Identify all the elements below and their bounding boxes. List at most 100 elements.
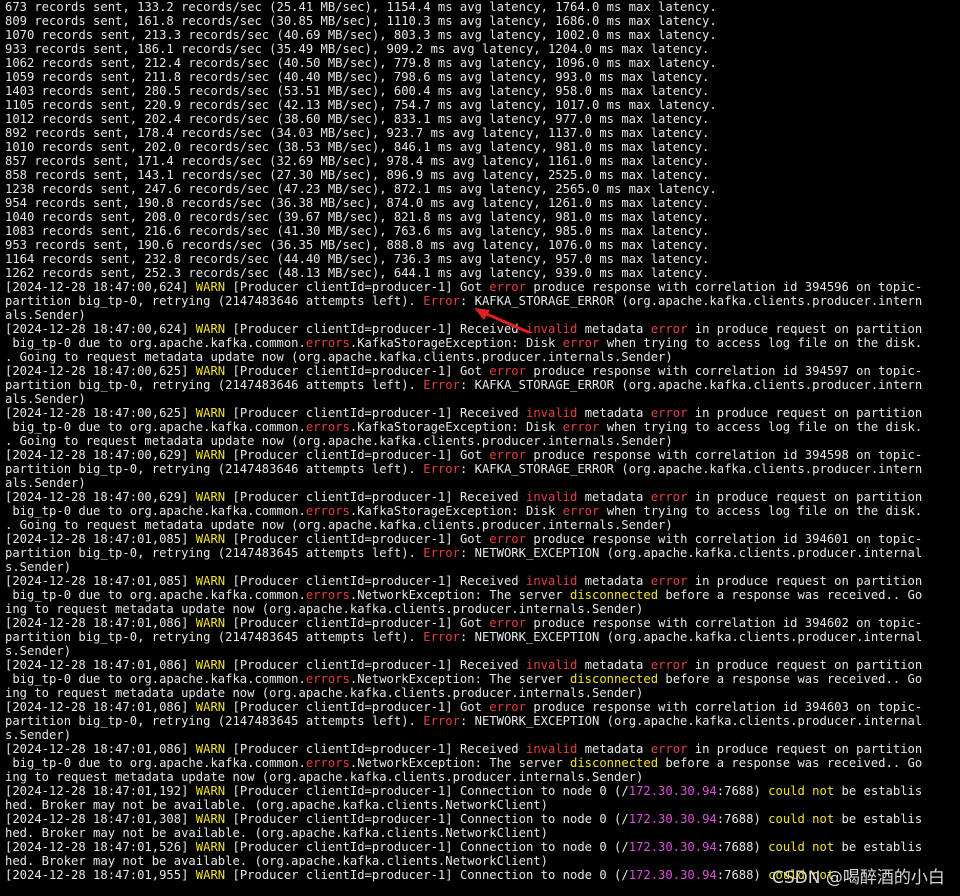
line-text: 933 records sent, 186.1 records/sec (35.… — [5, 42, 710, 56]
line-text: [Producer clientId=producer-1] Connectio… — [225, 784, 629, 798]
line-text: :7688) — [716, 784, 769, 798]
line-text: when trying to access log file on the di… — [599, 420, 923, 434]
line-text: als.Sender) — [5, 476, 86, 490]
line-text: big_tp-0 due to org.apache.kafka.common. — [5, 756, 306, 770]
highlighted-text: error — [562, 420, 600, 434]
line-text: [2024-12-28 18:47:00,629] — [5, 490, 196, 504]
line-text: . Going to request metadata update now (… — [5, 518, 673, 532]
highlighted-text: Error — [423, 630, 460, 644]
terminal-line: big_tp-0 due to org.apache.kafka.common.… — [5, 504, 922, 518]
terminal-line: 933 records sent, 186.1 records/sec (35.… — [5, 42, 709, 56]
line-text: before a response was received.. Go — [658, 756, 923, 770]
terminal-line: [2024-12-28 18:47:00,625] WARN [Producer… — [5, 364, 922, 378]
highlighted-text: WARN — [195, 322, 226, 336]
line-text: [Producer clientId=producer-1] Got — [225, 364, 490, 378]
line-text: partition big_tp-0, retrying (2147483645… — [5, 546, 424, 560]
highlighted-text: WARN — [195, 784, 226, 798]
highlighted-text: WARN — [195, 616, 226, 630]
line-text: metadata — [577, 574, 651, 588]
line-text: in produce request on partition — [687, 742, 923, 756]
line-text: partition big_tp-0, retrying (2147483645… — [5, 630, 424, 644]
highlighted-text: disconnected — [570, 588, 659, 602]
terminal-line: [2024-12-28 18:47:01,086] WARN [Producer… — [5, 616, 922, 630]
line-text: before a response was received.. Go — [658, 672, 923, 686]
line-text: big_tp-0 due to org.apache.kafka.common. — [5, 336, 306, 350]
line-text: 1012 records sent, 202.4 records/sec (38… — [5, 112, 710, 126]
highlighted-text: error — [650, 322, 688, 336]
line-text: produce response with correlation id 394… — [525, 700, 923, 714]
terminal-line: 1238 records sent, 247.6 records/sec (47… — [5, 182, 717, 196]
line-text: 858 records sent, 143.1 records/sec (27.… — [5, 168, 710, 182]
highlighted-text: WARN — [195, 700, 226, 714]
highlighted-text: invalid — [525, 742, 578, 756]
terminal-line: 892 records sent, 178.4 records/sec (34.… — [5, 126, 709, 140]
highlighted-text: Error — [423, 294, 460, 308]
line-text: 673 records sent, 133.2 records/sec (25.… — [5, 0, 717, 14]
highlighted-text: 172.30.30.94 — [628, 868, 717, 882]
terminal-line: [2024-12-28 18:47:00,629] WARN [Producer… — [5, 490, 922, 504]
line-text: big_tp-0 due to org.apache.kafka.common. — [5, 672, 306, 686]
highlighted-text: errors — [305, 756, 350, 770]
highlighted-text: WARN — [195, 658, 226, 672]
terminal-line: als.Sender) — [5, 476, 86, 490]
terminal-line: als.Sender) — [5, 308, 86, 322]
terminal-line: [2024-12-28 18:47:00,629] WARN [Producer… — [5, 448, 922, 462]
highlighted-text: WARN — [195, 840, 226, 854]
line-text: [2024-12-28 18:47:00,625] — [5, 406, 196, 420]
terminal-line: [2024-12-28 18:47:01,308] WARN [Producer… — [5, 812, 922, 826]
line-text: .NetworkException: The server — [349, 672, 570, 686]
line-text: .NetworkException: The server — [349, 756, 570, 770]
highlighted-text: Error — [423, 546, 460, 560]
line-text: [2024-12-28 18:47:01,192] — [5, 784, 196, 798]
terminal-line: 1010 records sent, 202.0 records/sec (38… — [5, 140, 709, 154]
line-text: metadata — [577, 322, 651, 336]
line-text: metadata — [577, 490, 651, 504]
line-text: [Producer clientId=producer-1] Received — [225, 658, 526, 672]
terminal-line: 809 records sent, 161.8 records/sec (30.… — [5, 14, 717, 28]
terminal-line: . Going to request metadata update now (… — [5, 518, 673, 532]
highlighted-text: error — [562, 504, 600, 518]
terminal-line: 953 records sent, 190.6 records/sec (36.… — [5, 238, 709, 252]
highlighted-text: WARN — [195, 364, 226, 378]
line-text: [Producer clientId=producer-1] Received — [225, 742, 526, 756]
line-text: s.Sender) — [5, 560, 72, 574]
line-text: [2024-12-28 18:47:01,086] — [5, 616, 196, 630]
line-text: [2024-12-28 18:47:00,629] — [5, 448, 196, 462]
line-text: big_tp-0 due to org.apache.kafka.common. — [5, 588, 306, 602]
terminal-line: [2024-12-28 18:47:01,085] WARN [Producer… — [5, 574, 922, 588]
terminal-line: partition big_tp-0, retrying (2147483646… — [5, 462, 922, 476]
line-text: ing to request metadata update now (org.… — [5, 770, 644, 784]
line-text: : KAFKA_STORAGE_ERROR (org.apache.kafka.… — [459, 378, 923, 392]
terminal-line: s.Sender) — [5, 560, 71, 574]
highlighted-text: WARN — [195, 406, 226, 420]
highlighted-text: WARN — [195, 490, 226, 504]
line-text: big_tp-0 due to org.apache.kafka.common. — [5, 420, 306, 434]
line-text: [2024-12-28 18:47:01,086] — [5, 742, 196, 756]
terminal-line: [2024-12-28 18:47:00,624] WARN [Producer… — [5, 280, 922, 294]
line-text: ing to request metadata update now (org.… — [5, 602, 644, 616]
line-text: [Producer clientId=producer-1] Connectio… — [225, 812, 629, 826]
line-text: :7688) — [716, 840, 769, 854]
line-text: when trying to access log file on the di… — [599, 504, 923, 518]
highlighted-text: WARN — [195, 868, 226, 882]
line-text: als.Sender) — [5, 308, 86, 322]
highlighted-text: Error — [423, 714, 460, 728]
highlighted-text: error — [489, 364, 526, 378]
line-text: [2024-12-28 18:47:01,085] — [5, 532, 196, 546]
terminal-line: 857 records sent, 171.4 records/sec (32.… — [5, 154, 709, 168]
terminal-line: 1403 records sent, 280.5 records/sec (53… — [5, 84, 709, 98]
line-text: 892 records sent, 178.4 records/sec (34.… — [5, 126, 710, 140]
line-text: [Producer clientId=producer-1] Got — [225, 700, 490, 714]
terminal-line: [2024-12-28 18:47:01,086] WARN [Producer… — [5, 742, 922, 756]
highlighted-text: error — [489, 448, 526, 462]
line-text: hed. Broker may not be available. (org.a… — [5, 854, 548, 868]
line-text: 954 records sent, 190.8 records/sec (36.… — [5, 196, 710, 210]
line-text: produce response with correlation id 394… — [525, 364, 923, 378]
line-text: [2024-12-28 18:47:01,085] — [5, 574, 196, 588]
terminal-output: 673 records sent, 133.2 records/sec (25.… — [0, 0, 960, 896]
terminal-line: 673 records sent, 133.2 records/sec (25.… — [5, 0, 717, 14]
line-text: be establis — [834, 784, 923, 798]
highlighted-text: errors — [305, 672, 350, 686]
terminal-line: s.Sender) — [5, 728, 71, 742]
line-text: in produce request on partition — [687, 658, 923, 672]
